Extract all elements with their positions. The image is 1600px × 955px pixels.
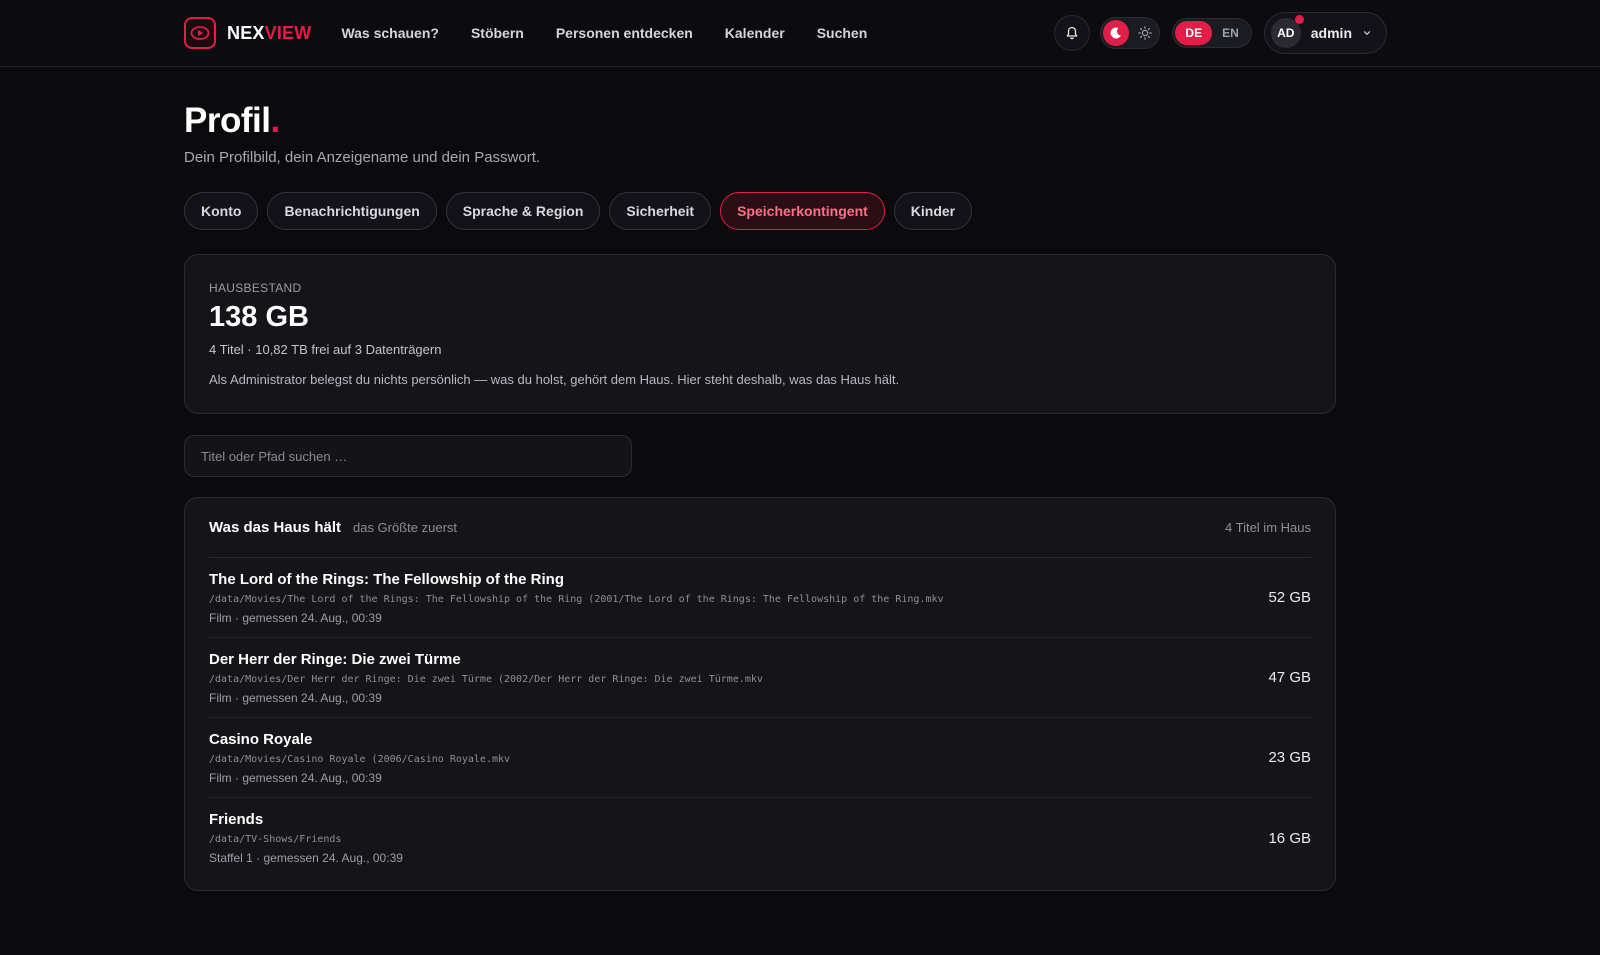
list-header: Was das Haus hält das Größte zuerst 4 Ti… (209, 498, 1311, 558)
tab-sicherheit[interactable]: Sicherheit (609, 192, 712, 230)
tab-benachrichtigungen[interactable]: Benachrichtigungen (267, 192, 437, 230)
list-item-body: The Lord of the Rings: The Fellowship of… (209, 571, 1268, 625)
lang-en-button[interactable]: EN (1212, 21, 1249, 45)
notification-dot (1294, 15, 1304, 24)
user-menu-button[interactable]: AD admin (1263, 12, 1387, 54)
summary-note: Als Administrator belegst du nichts pers… (209, 372, 900, 387)
item-path: /data/Movies/Casino Royale (2006/Casino … (209, 753, 511, 765)
summary-label: HAUSBESTAND (209, 281, 302, 295)
lang-de-button[interactable]: DE (1175, 21, 1213, 45)
summary-meta: 4 Titel · 10,82 TB frei auf 3 Datenträge… (209, 342, 442, 357)
list-item-body: Der Herr der Ringe: Die zwei Türme /data… (209, 651, 1268, 705)
list-item[interactable]: The Lord of the Rings: The Fellowship of… (209, 558, 1311, 638)
tab-sprache-region[interactable]: Sprache & Region (445, 192, 601, 230)
item-size: 23 GB (1268, 749, 1311, 766)
nav-stoebern[interactable]: Stöbern (471, 25, 524, 41)
list-item-body: Friends /data/TV-Shows/Friends Staffel 1… (209, 811, 1268, 865)
item-title: Friends (209, 811, 264, 828)
list-item[interactable]: Der Herr der Ringe: Die zwei Türme /data… (209, 638, 1311, 718)
brand-name-part-2: VIEW (264, 22, 312, 43)
tab-konto[interactable]: Konto (184, 192, 259, 230)
item-title: Casino Royale (209, 730, 313, 748)
nav-kalender[interactable]: Kalender (725, 25, 785, 41)
main-nav: Was schauen? Stöbern Personen entdecken … (341, 25, 867, 41)
nav-personen-entdecken[interactable]: Personen entdecken (556, 25, 693, 41)
light-mode-option[interactable] (1133, 20, 1157, 46)
item-title: Der Herr der Ringe: Die zwei Türme (209, 650, 461, 668)
list-item-body: Casino Royale /data/Movies/Casino Royale… (209, 731, 1268, 785)
user-name: admin (1310, 25, 1352, 41)
item-meta: Film · gemessen 24. Aug., 00:39 (209, 770, 382, 785)
language-switch: DE EN (1172, 18, 1252, 48)
item-title: The Lord of the Rings: The Fellowship of… (209, 570, 564, 588)
item-size: 16 GB (1268, 829, 1311, 847)
summary-value: 138 GB (209, 301, 309, 333)
item-path: /data/TV-Shows/Friends (209, 834, 342, 845)
item-meta: Film · gemessen 24. Aug., 00:39 (209, 690, 382, 705)
page-title-dot: . (270, 101, 280, 140)
list-item[interactable]: Friends /data/TV-Shows/Friends Staffel 1… (209, 798, 1311, 878)
brand[interactable]: NEXVIEW (184, 17, 311, 49)
item-path: /data/Movies/Der Herr der Ringe: Die zwe… (209, 673, 763, 685)
tab-speicherkontingent[interactable]: Speicherkontingent (720, 192, 885, 230)
page-title-text: Profil (184, 101, 271, 140)
play-logo-icon (184, 17, 216, 49)
brand-name: NEXVIEW (227, 23, 311, 44)
dark-mode-option[interactable] (1103, 20, 1130, 46)
profile-tabs: Konto Benachrichtigungen Sprache & Regio… (184, 192, 1336, 230)
page-title: Profil. (184, 101, 1336, 141)
avatar-initials: AD (1277, 26, 1295, 40)
storage-summary-card: HAUSBESTAND 138 GB 4 Titel · 10,82 TB fr… (184, 254, 1336, 414)
list-item[interactable]: Casino Royale /data/Movies/Casino Royale… (209, 718, 1311, 798)
notifications-button[interactable] (1054, 15, 1091, 51)
page-subtitle: Dein Profilbild, dein Anzeigename und de… (184, 149, 541, 166)
sun-icon (1138, 26, 1153, 40)
list-count: 4 Titel im Haus (1225, 520, 1311, 535)
bell-icon (1067, 26, 1078, 40)
item-meta: Film · gemessen 24. Aug., 00:39 (209, 610, 382, 625)
item-path: /data/Movies/The Lord of the Rings: The … (209, 593, 944, 605)
nav-suchen[interactable]: Suchen (817, 25, 868, 41)
chevron-down-icon (1363, 31, 1371, 35)
avatar: AD (1270, 15, 1304, 48)
tab-kinder[interactable]: Kinder (893, 192, 973, 230)
item-size: 47 GB (1268, 669, 1311, 686)
moon-icon (1111, 27, 1122, 39)
nav-was-schauen[interactable]: Was schauen? (341, 25, 439, 41)
main-content: Profil. Dein Profilbild, dein Anzeigenam… (0, 67, 1336, 891)
search-box (184, 435, 632, 477)
item-size: 52 GB (1268, 589, 1311, 606)
theme-toggle[interactable] (1100, 17, 1161, 49)
brand-name-part-1: NEX (227, 22, 265, 43)
item-meta: Staffel 1 · gemessen 24. Aug., 00:39 (209, 851, 403, 865)
search-input[interactable] (201, 448, 615, 464)
holdings-list-card: Was das Haus hält das Größte zuerst 4 Ti… (184, 497, 1336, 891)
top-bar: NEXVIEW Was schauen? Stöbern Personen en… (0, 0, 1600, 67)
list-subtitle: das Größte zuerst (352, 520, 458, 535)
list-title: Was das Haus hält (209, 519, 341, 536)
